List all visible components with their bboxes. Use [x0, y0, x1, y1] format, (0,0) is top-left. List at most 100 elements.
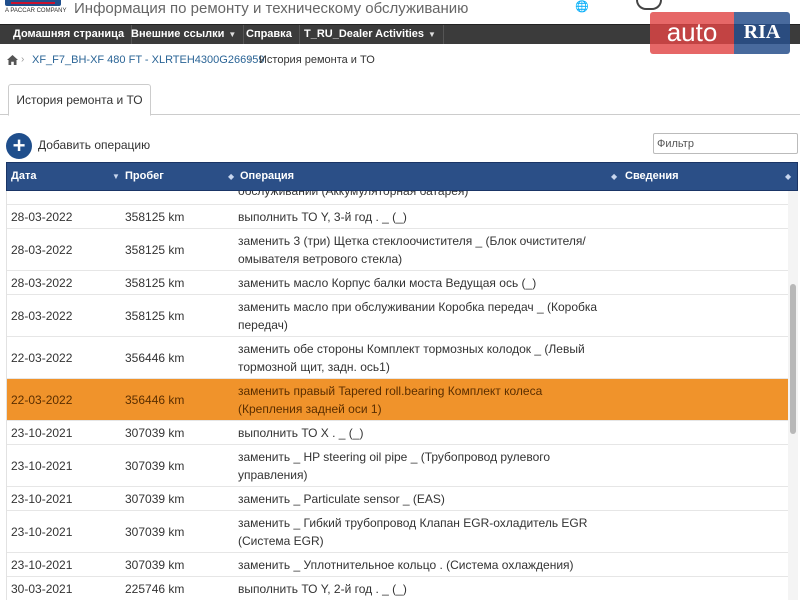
cell-mileage-text: 358125 km — [125, 275, 185, 290]
table-row[interactable]: 30-03-2021 225746 km выполнить ТО Y, 2-й г… — [7, 577, 793, 600]
sort-desc-icon[interactable]: ▼ — [112, 163, 120, 190]
cell-operation: обслуживании (Аккумуляторная батарея) — [238, 191, 598, 204]
cell-mileage: 358125 km — [125, 205, 235, 228]
cell-mileage: 225746 km — [125, 577, 235, 600]
nav-home[interactable]: Домашняя страница — [6, 25, 133, 44]
cell-operation: заменить правый Tapered roll.bearing Ком… — [238, 379, 598, 420]
nav-external-links-label: Внешние ссылки — [131, 28, 225, 40]
table-row[interactable]: 23-10-2021 307039 km заменить _ Уплотнител… — [7, 553, 793, 577]
cell-operation: выполнить ТО Y, 3-й год . _ (_) — [238, 205, 598, 228]
cell-mileage: 307039 km — [125, 445, 235, 486]
cell-operation-text: обслуживании (Аккумуляторная батарея) — [238, 191, 468, 200]
cell-mileage-text: 356446 km — [125, 350, 185, 365]
cell-date — [11, 191, 121, 204]
filter-input[interactable] — [653, 133, 798, 154]
cell-operation: заменить _ Уплотнительное кольцо . (Сист… — [238, 553, 598, 576]
column-header-date[interactable]: Дата — [7, 163, 121, 190]
cell-mileage: 358125 km — [125, 295, 235, 336]
sort-icon[interactable]: ◆ — [611, 163, 617, 190]
column-header-operation[interactable]: Операция — [236, 163, 621, 190]
column-header-mileage[interactable]: Пробег — [121, 163, 236, 190]
sort-icon[interactable]: ◆ — [228, 163, 234, 190]
cell-date: 23-10-2021 — [11, 445, 121, 486]
cell-info — [624, 421, 789, 444]
breadcrumb-vehicle-link[interactable]: XF_F7_BH-XF 480 FT - XLRTEH4300G266959 — [32, 54, 265, 66]
nav-dealer-activities[interactable]: T_RU_Dealer Activities ▼ — [297, 25, 444, 44]
cell-date-text: 22-03-2022 — [11, 350, 73, 365]
chat-icon[interactable] — [636, 0, 662, 10]
cell-mileage-text: 358125 km — [125, 242, 185, 257]
cell-operation: выполнить ТО X . _ (_) — [238, 421, 598, 444]
cell-date: 28-03-2022 — [11, 205, 121, 228]
cell-date-text: 23-10-2021 — [11, 524, 73, 539]
history-table: Дата ▼ Пробег ◆ Операция ◆ Сведения ◆ об… — [6, 162, 798, 600]
cell-operation-text: заменить _ HP steering oil pipe _ (Трубо… — [238, 449, 551, 482]
table-row[interactable]: 28-03-2022 358125 km заменить масло при об… — [7, 295, 793, 337]
watermark-ria: RIA — [734, 12, 790, 54]
cell-operation-text: заменить _ Гибкий трубопровод Клапан EGR… — [238, 515, 588, 548]
cell-date-text: 23-10-2021 — [11, 557, 73, 572]
cell-mileage: 307039 km — [125, 553, 235, 576]
nav-external-links[interactable]: Внешние ссылки ▼ — [124, 25, 245, 44]
cell-info — [624, 487, 789, 510]
tab-repair-history[interactable]: История ремонта и ТО — [8, 84, 151, 116]
autoria-watermark: auto RIA — [650, 12, 790, 54]
cell-mileage-text: 358125 km — [125, 209, 185, 224]
table-header: Дата ▼ Пробег ◆ Операция ◆ Сведения ◆ — [6, 162, 798, 191]
table-row[interactable]: 28-03-2022 358125 km заменить масло Корпус… — [7, 271, 793, 295]
add-operation-icon[interactable]: + — [6, 133, 32, 159]
cell-mileage-text: 307039 km — [125, 458, 185, 473]
table-row[interactable]: 23-10-2021 307039 km заменить _ Гибкий тру… — [7, 511, 793, 553]
cell-operation-text: заменить правый Tapered roll.bearing Ком… — [238, 383, 543, 416]
cell-operation-text: выполнить ТО X . _ (_) — [238, 425, 364, 440]
home-icon[interactable] — [7, 55, 18, 65]
cell-operation-text: заменить 3 (три) Щетка стеклоочистителя … — [238, 233, 586, 266]
cell-date: 23-10-2021 — [11, 487, 121, 510]
caret-down-icon: ▼ — [228, 30, 237, 39]
globe-icon[interactable]: 🌐 — [575, 0, 589, 13]
cell-mileage-text: 307039 km — [125, 491, 185, 506]
table-row[interactable]: 23-10-2021 307039 km заменить _ HP steerin… — [7, 445, 793, 487]
cell-date: 30-03-2021 — [11, 577, 121, 600]
nav-help-label: Справка — [246, 28, 292, 40]
breadcrumb-current: История ремонта и ТО — [259, 54, 375, 66]
cell-operation-text: заменить обе стороны Комплект тормозных … — [238, 341, 585, 374]
cell-date-text: 28-03-2022 — [11, 209, 73, 224]
table-row-selected[interactable]: 22-03-2022 356446 km заменить правый Taper… — [7, 379, 793, 421]
breadcrumb-separator-icon: › — [21, 54, 25, 65]
cell-operation: заменить _ Гибкий трубопровод Клапан EGR… — [238, 511, 598, 552]
cell-date: 23-10-2021 — [11, 553, 121, 576]
cell-date: 23-10-2021 — [11, 511, 121, 552]
table-row[interactable]: 22-03-2022 356446 km заменить обе стороны … — [7, 337, 793, 379]
cell-date: 23-10-2021 — [11, 421, 121, 444]
cell-date-text: 23-10-2021 — [11, 458, 73, 473]
cell-date-text: 28-03-2022 — [11, 275, 73, 290]
cell-date: 22-03-2022 — [11, 337, 121, 378]
cell-mileage-text: 225746 km — [125, 581, 185, 596]
cell-date-text: 28-03-2022 — [11, 308, 73, 323]
table-scrollbar-thumb[interactable] — [790, 284, 796, 434]
table-row[interactable]: 28-03-2022 358125 km заменить 3 (три) Щетк… — [7, 229, 793, 271]
cell-date: 28-03-2022 — [11, 295, 121, 336]
add-operation-button[interactable]: Добавить операцию — [38, 138, 150, 152]
table-row[interactable]: 23-10-2021 307039 km заменить _ Particulat… — [7, 487, 793, 511]
cell-info — [624, 379, 789, 420]
table-row[interactable]: обслуживании (Аккумуляторная батарея) — [7, 191, 793, 205]
sort-icon[interactable]: ◆ — [785, 163, 791, 190]
breadcrumb-separator-icon: › — [248, 54, 252, 65]
nav-help[interactable]: Справка — [239, 25, 300, 44]
table-row[interactable]: 23-10-2021 307039 km выполнить ТО X . _ (_… — [7, 421, 793, 445]
daf-logo[interactable]: A PACCAR COMPANY — [5, 0, 66, 22]
cell-info — [624, 271, 789, 294]
column-header-info[interactable]: Сведения — [621, 163, 798, 190]
cell-operation-text: заменить масло при обслуживании Коробка … — [238, 299, 598, 332]
table-row[interactable]: 28-03-2022 358125 km выполнить ТО Y, 3-й г… — [7, 205, 793, 229]
cell-operation-text: заменить масло Корпус балки моста Ведуща… — [238, 275, 537, 290]
cell-mileage-text: 307039 km — [125, 524, 185, 539]
cell-date: 22-03-2022 — [11, 379, 121, 420]
cell-mileage-text: 356446 km — [125, 392, 185, 407]
cell-mileage: 307039 km — [125, 511, 235, 552]
watermark-auto: auto — [650, 12, 734, 54]
cell-operation: заменить 3 (три) Щетка стеклоочистителя … — [238, 229, 598, 270]
cell-operation: заменить _ HP steering oil pipe _ (Трубо… — [238, 445, 598, 486]
